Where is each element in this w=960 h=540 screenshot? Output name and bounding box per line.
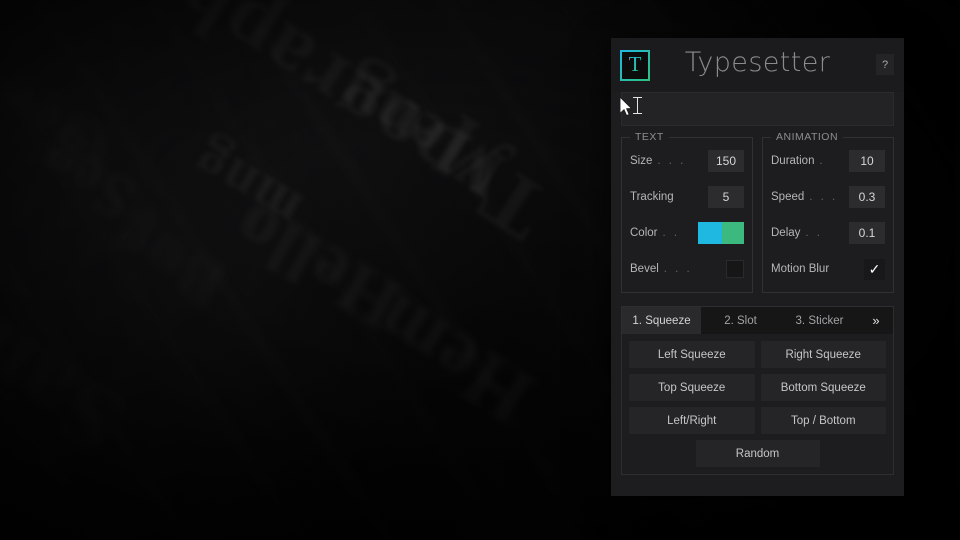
leader-dots: . . [805,227,823,239]
field-motion-blur: Motion Blur ✓ [771,258,885,280]
settings-groups: TEXT Size . . . 150 Tracking 5 Color . . [621,131,894,293]
field-label-tracking: Tracking [630,191,674,203]
motion-blur-checkbox[interactable]: ✓ [864,258,885,280]
field-bevel: Bevel . . . [630,258,744,280]
field-label-delay: Delay [771,227,801,239]
field-label-bevel: Bevel [630,263,659,275]
typesetter-panel: T Typesetter ? TEXT Size . . . 150 Track… [611,38,904,496]
field-color: Color . . [630,222,744,244]
preset-buttons-grid: Left Squeeze Right Squeeze Top Squeeze B… [629,341,886,434]
field-duration: Duration . 10 [771,150,885,172]
more-tabs-icon[interactable]: » [859,307,893,334]
color-swatch[interactable] [698,222,744,244]
color-swatch-right [721,222,744,244]
color-swatch-left [698,222,721,244]
right-squeeze-button[interactable]: Right Squeeze [760,341,886,368]
text-group-title: TEXT [630,131,669,143]
leader-dots: . . . [657,155,686,167]
duration-input[interactable]: 10 [849,150,885,172]
field-size: Size . . . 150 [630,150,744,172]
text-settings-group: TEXT Size . . . 150 Tracking 5 Color . . [621,131,753,293]
leader-dots: . . . [663,263,693,275]
field-speed: Speed . . . 0.3 [771,186,885,208]
delay-input[interactable]: 0.1 [849,222,885,244]
field-delay: Delay . . 0.1 [771,222,885,244]
help-button[interactable]: ? [876,54,894,75]
bottom-squeeze-button[interactable]: Bottom Squeeze [760,374,886,401]
panel-header: T Typesetter ? [611,38,904,92]
leader-dots: . [819,155,826,167]
leader-dots: . . . [809,191,838,203]
bevel-swatch[interactable] [726,260,744,278]
top-bottom-button[interactable]: Top / Bottom [760,407,886,434]
left-squeeze-button[interactable]: Left Squeeze [629,341,755,368]
tab-slot[interactable]: 2. Slot [701,307,780,334]
random-button[interactable]: Random [695,440,820,467]
field-label-speed: Speed [771,191,805,203]
field-label-size: Size [630,155,653,167]
preset-buttons-area: Left Squeeze Right Squeeze Top Squeeze B… [621,334,894,475]
page-title: Typesetter [684,47,831,78]
field-label-color: Color [630,227,658,239]
tracking-input[interactable]: 5 [708,186,744,208]
speed-input[interactable]: 0.3 [849,186,885,208]
animation-settings-group: ANIMATION Duration . 10 Speed . . . 0.3 … [762,131,894,293]
field-tracking: Tracking 5 [630,186,744,208]
leader-dots: . . [662,227,680,239]
size-input[interactable]: 150 [708,150,744,172]
tab-sticker[interactable]: 3. Sticker [780,307,859,334]
random-row: Random [629,440,886,467]
left-right-button[interactable]: Left/Right [629,407,755,434]
top-squeeze-button[interactable]: Top Squeeze [629,374,755,401]
text-caret-icon [633,97,642,114]
preset-tabs: 1. Squeeze 2. Slot 3. Sticker » [621,306,894,334]
text-input[interactable] [621,92,894,126]
tab-squeeze[interactable]: 1. Squeeze [622,307,701,334]
screen: Typography Hello Sans Menu Hem Bug Seg m… [0,0,960,540]
animation-group-title: ANIMATION [771,131,844,143]
field-label-duration: Duration [771,155,815,167]
field-label-motion-blur: Motion Blur [771,263,830,275]
